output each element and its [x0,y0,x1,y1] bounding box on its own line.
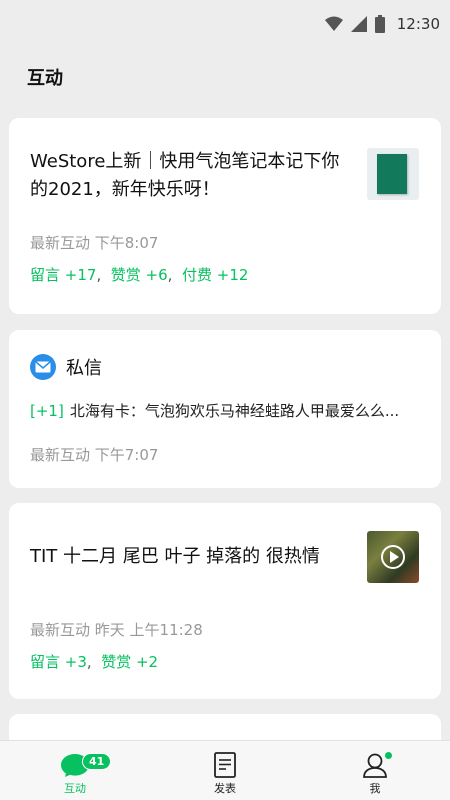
video-thumbnail [367,531,419,583]
reward-count: 赞赏 +2 [101,653,159,671]
private-message-card[interactable]: 私信 [+1] 北海有卡：气泡狗欢乐马神经蛙路人甲最爱么么... 最新互动 下午7… [9,330,441,488]
reward-count: 赞赏 +6 [110,266,168,284]
interaction-stats: 留言 +17, 赞赏 +6, 付费 +12 [30,266,249,284]
status-bar: 12:30 [0,0,450,48]
notification-dot [385,752,392,759]
private-message-title: 私信 [66,358,102,379]
notebook-thumbnail [367,148,419,200]
mail-icon [30,354,56,380]
cellular-signal-icon [350,16,367,32]
tab-interactions[interactable]: 41 互动 [0,741,150,800]
interaction-card-video[interactable]: TIT 十二月 尾巴 叶子 掉落的 很热情 最新互动 昨天 上午11:28 留言… [9,503,441,699]
tab-me[interactable]: 我 [300,741,450,800]
latest-message: [+1] 北海有卡：气泡狗欢乐马神经蛙路人甲最爱么么... [30,400,420,421]
play-icon [381,545,405,569]
bottom-tab-bar: 41 互动 发表 我 [0,740,450,800]
tab-label: 互动 [64,782,86,795]
tab-label: 发表 [214,782,236,795]
wifi-icon [324,16,343,31]
page-title: 互动 [27,68,63,89]
battery-icon [374,15,385,33]
comment-count: 留言 +3 [30,653,87,671]
latest-interaction-time: 最新互动 下午7:07 [30,446,159,464]
content-area: 12:30 互动 WeStore上新｜快用气泡笔记本记下你的2021，新年快乐呀… [0,0,450,740]
unread-count-badge: 41 [82,753,112,770]
document-icon [214,752,236,778]
tab-publish[interactable]: 发表 [150,741,300,800]
article-title: WeStore上新｜快用气泡笔记本记下你的2021，新年快乐呀！ [30,151,340,200]
status-time: 12:30 [396,15,440,33]
interaction-card-article[interactable]: WeStore上新｜快用气泡笔记本记下你的2021，新年快乐呀！ 最新互动 下午… [9,118,441,314]
unread-badge: [+1] [30,402,64,420]
tab-label: 我 [369,782,381,795]
latest-interaction-time: 最新互动 昨天 上午11:28 [30,621,203,639]
article-title: TIT 十二月 尾巴 叶子 掉落的 很热情 [30,546,320,567]
latest-interaction-time: 最新互动 下午8:07 [30,234,159,252]
message-preview: 北海有卡：气泡狗欢乐马神经蛙路人甲最爱么么... [69,402,400,420]
interaction-card-partial[interactable] [9,714,441,740]
interaction-stats: 留言 +3, 赞赏 +2 [30,653,159,671]
comment-count: 留言 +17 [30,266,97,284]
paid-count: 付费 +12 [181,266,249,284]
private-message-header: 私信 [30,354,102,380]
